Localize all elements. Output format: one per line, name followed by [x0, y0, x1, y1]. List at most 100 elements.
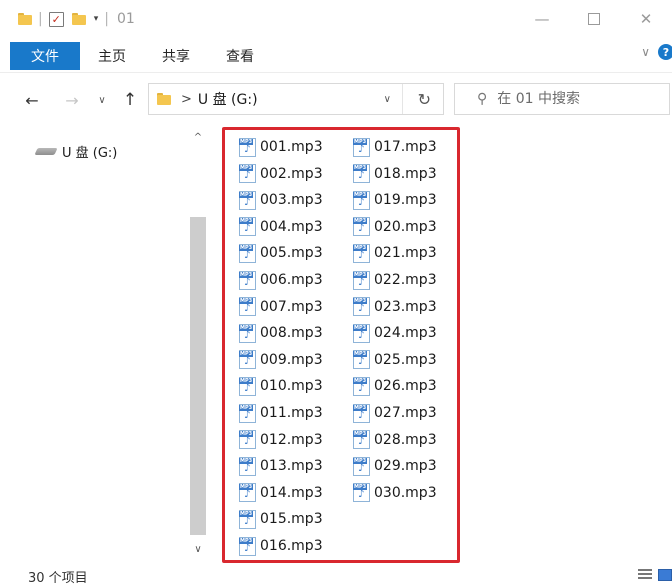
scrollbar-thumb[interactable]	[190, 217, 206, 535]
search-input[interactable]	[495, 90, 650, 108]
file-item[interactable]: 027.mp3	[353, 402, 437, 424]
address-bar[interactable]: > U 盘 (G:) ∨ ↻	[148, 83, 444, 115]
file-item[interactable]: 012.mp3	[239, 429, 323, 451]
tab-file[interactable]: 文件	[10, 42, 80, 70]
customize-toolbar-dropdown-icon[interactable]: ▾	[94, 14, 99, 24]
file-item[interactable]: 014.mp3	[239, 482, 323, 504]
file-item[interactable]: 022.mp3	[353, 269, 437, 291]
maximize-button[interactable]	[568, 0, 620, 38]
sidebar-item-usb-drive[interactable]: U 盘 (G:)	[34, 142, 117, 161]
file-item[interactable]: 023.mp3	[353, 296, 437, 318]
file-item[interactable]: 009.mp3	[239, 349, 323, 371]
window-controls: — ✕	[516, 0, 672, 38]
properties-check-icon[interactable]: ✓	[48, 11, 64, 27]
file-item[interactable]: 019.mp3	[353, 189, 437, 211]
address-dropdown-icon[interactable]: ∨	[384, 94, 391, 105]
folder-icon	[157, 93, 171, 105]
details-view-icon[interactable]	[638, 569, 652, 581]
file-name: 009.mp3	[260, 351, 323, 368]
mp3-file-icon	[353, 350, 370, 370]
ribbon-right-controls: ∨ ?	[641, 44, 672, 60]
mp3-file-icon	[353, 430, 370, 450]
file-item[interactable]: 008.mp3	[239, 322, 323, 344]
file-item[interactable]: 003.mp3	[239, 189, 323, 211]
folder-icon	[18, 13, 32, 25]
breadcrumb-drive[interactable]: U 盘 (G:)	[198, 89, 258, 109]
mp3-file-icon	[353, 456, 370, 476]
mp3-file-icon	[353, 270, 370, 290]
file-name: 022.mp3	[374, 272, 437, 288]
file-name: 010.mp3	[260, 378, 323, 395]
tab-share[interactable]: 共享	[144, 42, 208, 70]
file-item[interactable]: 025.mp3	[353, 349, 437, 371]
file-item[interactable]: 015.mp3	[239, 508, 323, 530]
file-item[interactable]: 013.mp3	[239, 455, 323, 477]
expand-ribbon-icon[interactable]: ∨	[641, 45, 650, 59]
file-item[interactable]: 017.mp3	[353, 136, 437, 158]
navigation-pane: U 盘 (G:)	[0, 128, 188, 558]
mp3-file-icon	[239, 403, 256, 423]
usb-drive-icon	[34, 148, 58, 155]
mp3-file-icon	[239, 190, 256, 210]
file-item[interactable]: 021.mp3	[353, 242, 437, 264]
maximize-icon	[588, 13, 600, 25]
file-name: 019.mp3	[374, 192, 437, 209]
mp3-file-icon	[239, 323, 256, 343]
file-name: 013.mp3	[260, 458, 323, 475]
mp3-file-icon	[239, 483, 256, 503]
file-item[interactable]: 002.mp3	[239, 163, 323, 185]
new-folder-icon[interactable]	[71, 13, 86, 25]
file-item[interactable]: 029.mp3	[353, 455, 437, 477]
file-name: 003.mp3	[260, 192, 323, 209]
file-item[interactable]: 004.mp3	[239, 216, 323, 238]
large-icons-view-icon[interactable]	[658, 569, 672, 581]
mp3-file-icon	[239, 137, 256, 157]
quick-access-toolbar: | ✓ ▾ | 01	[0, 0, 135, 38]
file-name: 004.mp3	[260, 218, 323, 235]
mp3-file-icon	[239, 164, 256, 184]
back-button[interactable]: ←	[18, 86, 46, 114]
file-item[interactable]: 028.mp3	[353, 429, 437, 451]
file-item[interactable]: 007.mp3	[239, 296, 323, 318]
file-item[interactable]: 001.mp3	[239, 136, 323, 158]
minimize-button[interactable]: —	[516, 0, 568, 38]
file-item[interactable]: 018.mp3	[353, 163, 437, 185]
file-name: 027.mp3	[374, 405, 437, 421]
file-item[interactable]: 024.mp3	[353, 322, 437, 344]
file-item[interactable]: 005.mp3	[239, 242, 323, 264]
help-icon[interactable]: ?	[658, 44, 672, 60]
file-name: 015.mp3	[260, 511, 323, 528]
tab-home[interactable]: 主页	[80, 42, 144, 70]
file-item[interactable]: 020.mp3	[353, 216, 437, 238]
file-name: 014.mp3	[260, 484, 323, 501]
recent-locations-button[interactable]: ∨	[92, 86, 112, 114]
file-list: 001.mp3 002.mp3 003.mp3 004.mp3 005.mp3 006.m…	[222, 127, 460, 563]
file-item[interactable]: 016.mp3	[239, 535, 323, 557]
title-separator: |	[104, 11, 109, 27]
file-name: 028.mp3	[374, 431, 437, 448]
vertical-scrollbar[interactable]: ^ ∨	[188, 125, 208, 565]
search-box[interactable]: ⚲	[454, 83, 670, 115]
mp3-file-icon	[239, 217, 256, 237]
scroll-up-button[interactable]: ^	[188, 127, 208, 147]
file-name: 020.mp3	[374, 218, 437, 235]
file-item[interactable]: 006.mp3	[239, 269, 323, 291]
mp3-file-icon	[353, 297, 370, 317]
up-button[interactable]: ↑	[118, 86, 142, 114]
tab-view[interactable]: 查看	[208, 42, 272, 70]
file-name: 026.mp3	[374, 378, 437, 395]
file-item[interactable]: 011.mp3	[239, 402, 323, 424]
file-item[interactable]: 026.mp3	[353, 375, 437, 397]
scroll-down-button[interactable]: ∨	[188, 539, 208, 559]
breadcrumb-chevron-icon[interactable]: >	[181, 92, 192, 107]
mp3-file-icon	[353, 137, 370, 157]
file-name: 018.mp3	[374, 165, 437, 182]
navigation-bar: ← → ∨ ↑ > U 盘 (G:) ∨ ↻ ⚲	[0, 80, 672, 120]
close-button[interactable]: ✕	[620, 0, 672, 38]
refresh-button[interactable]: ↻	[418, 90, 431, 109]
file-item[interactable]: 010.mp3	[239, 375, 323, 397]
file-item[interactable]: 030.mp3	[353, 482, 437, 504]
mp3-file-icon	[353, 164, 370, 184]
forward-button[interactable]: →	[60, 86, 84, 114]
mp3-file-icon	[239, 456, 256, 476]
